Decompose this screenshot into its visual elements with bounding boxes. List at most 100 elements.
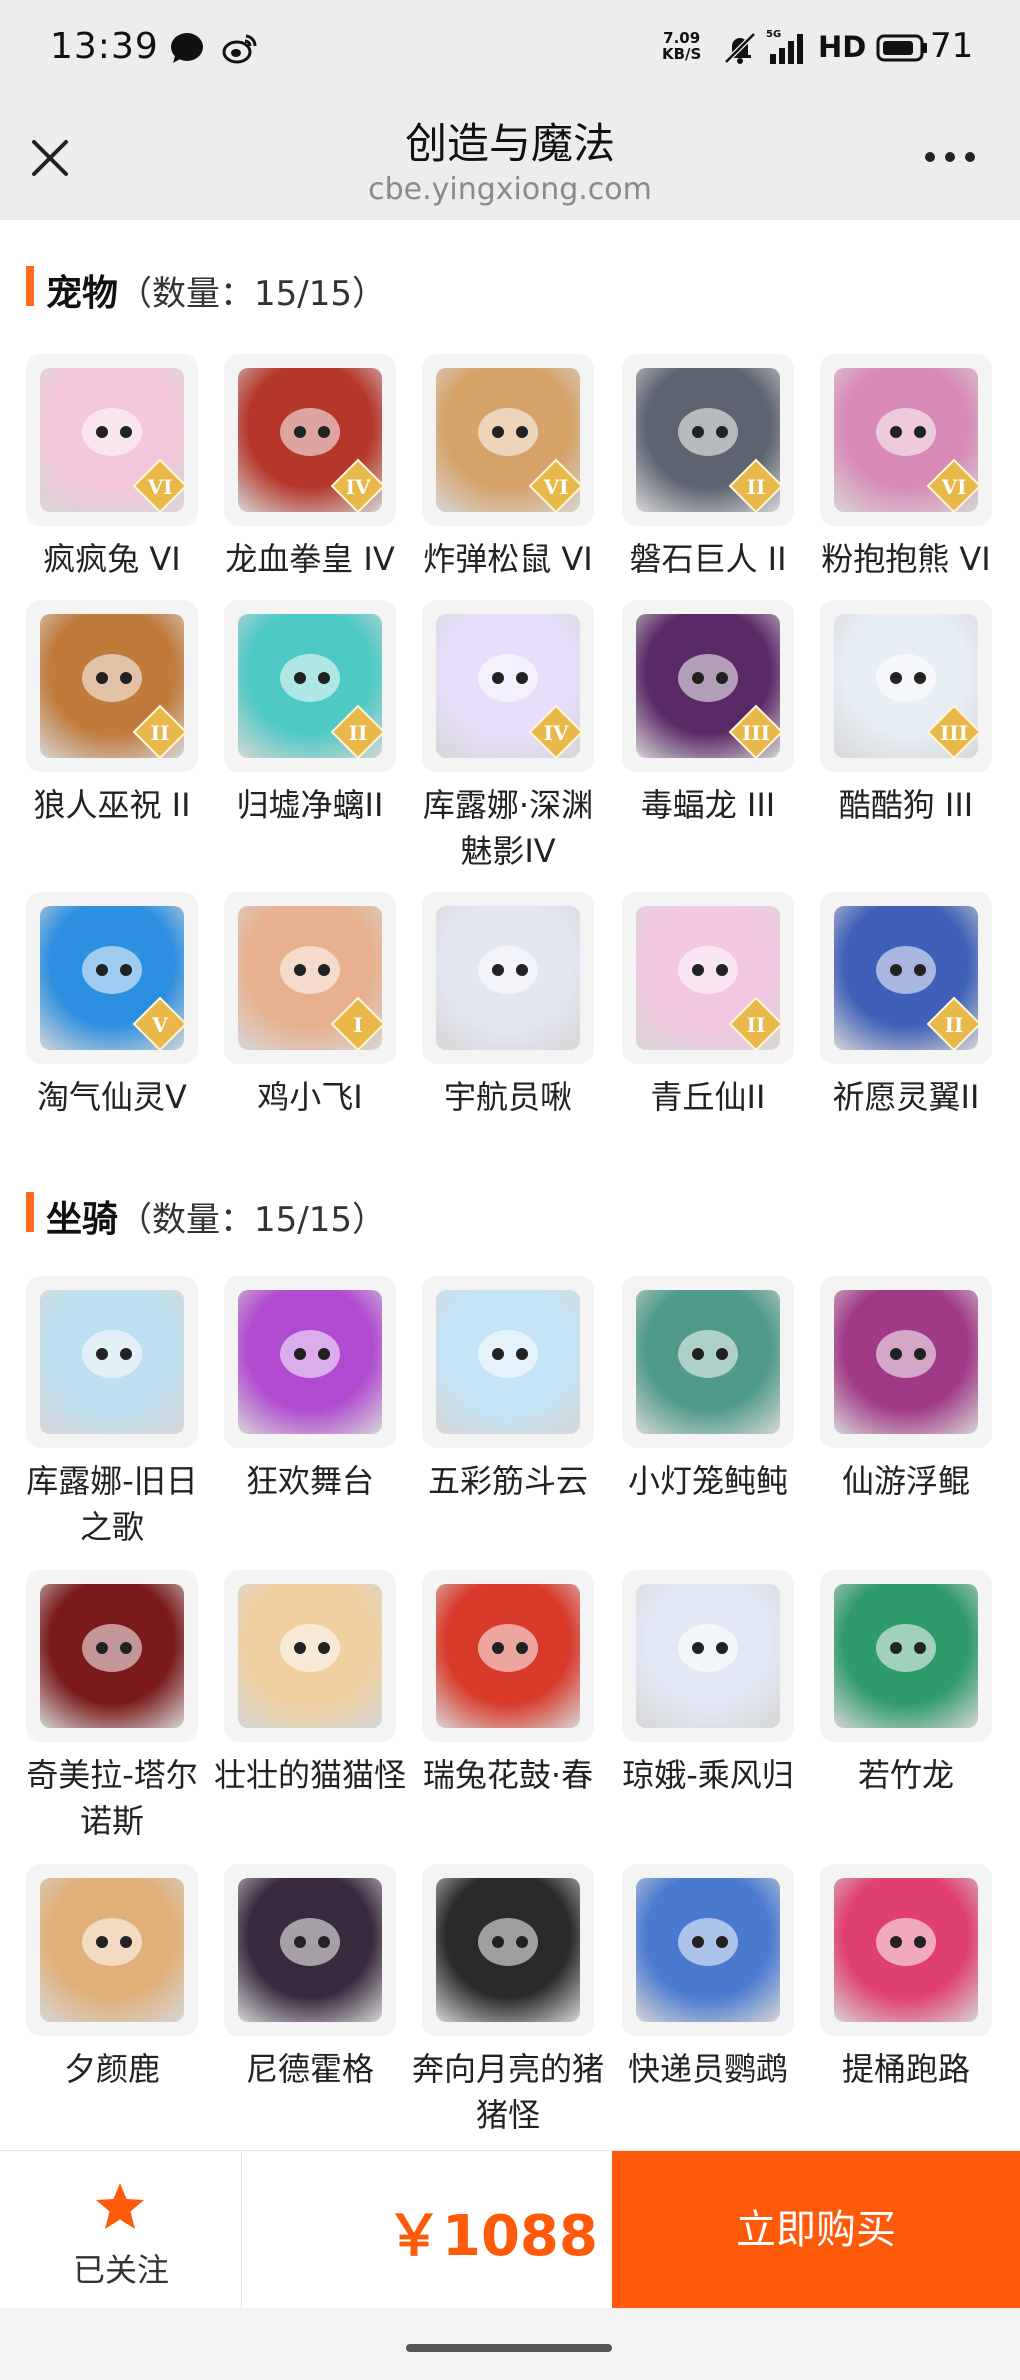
more-icon[interactable] [922,142,978,172]
pet-item[interactable]: III 毒蝠龙 III [610,600,806,828]
pet-image: II [622,892,794,1064]
pet-item[interactable]: II 青丘仙II [610,892,806,1120]
pet-name: 龙血拳皇 IV [225,540,395,578]
mount-item[interactable]: 仙游浮鲲 [808,1276,1004,1504]
mount-item[interactable]: 瑞兔花鼓·春 [410,1570,606,1798]
pet-item[interactable]: V 淘气仙灵V [14,892,210,1120]
pet-name: 磐石巨人 II [629,540,787,578]
character-face [876,1624,936,1672]
character-eye [890,426,902,438]
character-face [280,654,340,702]
home-indicator[interactable] [406,2344,612,2352]
item-artwork [436,906,580,1050]
pet-name: 库露娜·深渊魅影IV [422,786,594,870]
battery-level: 71 [930,26,974,66]
character-face [82,1624,142,1672]
character-eye [294,426,306,438]
mount-item[interactable]: 快递员鹦鹉 [610,1864,806,2092]
pet-item[interactable]: I 鸡小飞I [212,892,408,1120]
rank-badge-icon: I [330,996,386,1052]
item-artwork [238,1584,382,1728]
item-artwork [834,1290,978,1434]
character-eye [318,964,330,976]
mount-item[interactable]: 库露娜-旧日之歌 [14,1276,210,1550]
character-face [280,946,340,994]
section-accent-bar [26,1192,34,1232]
character-face [82,1918,142,1966]
rank-badge-text: II [747,1013,766,1037]
character-face [876,408,936,456]
pet-image: II [26,600,198,772]
pet-item[interactable]: II 归墟净螭II [212,600,408,828]
character-face [678,946,738,994]
item-artwork [436,1290,580,1434]
character-eye [890,1642,902,1654]
mounts-section-title: 坐骑 [46,1199,119,1240]
character-eye [516,1348,528,1360]
chat-bubble-icon [171,33,203,63]
rank-badge-icon: VI [926,458,982,514]
character-eye [120,672,132,684]
character-face [280,1624,340,1672]
character-eye [692,672,704,684]
network-type: 5G [766,29,781,40]
pet-item[interactable]: IV 龙血拳皇 IV [212,354,408,582]
pet-item[interactable]: IV 库露娜·深渊魅影IV [410,600,606,874]
mount-item[interactable]: 夕颜鹿 [14,1864,210,2092]
mount-item[interactable]: 若竹龙 [808,1570,1004,1798]
character-eye [914,1936,926,1948]
mount-name: 狂欢舞台 [245,1462,374,1500]
mount-item[interactable]: 壮壮的猫猫怪 [212,1570,408,1798]
character-face [876,1330,936,1378]
pet-name: 归墟净螭II [236,786,384,824]
character-eye [716,964,728,976]
mount-image [820,1276,992,1448]
mount-item[interactable]: 小灯笼鲀鲀 [610,1276,806,1504]
character-eye [516,1936,528,1948]
mount-name: 尼德霍格 [245,2050,374,2088]
rank-badge-icon: VI [132,458,188,514]
pet-item[interactable]: VI 疯疯兔 VI [14,354,210,582]
mount-item[interactable]: 尼德霍格 [212,1864,408,2092]
pet-item[interactable]: II 磐石巨人 II [610,354,806,582]
rank-badge-text: II [349,721,368,745]
mount-image [622,1276,794,1448]
character-face [876,946,936,994]
item-artwork [834,1878,978,2022]
pet-image: I [224,892,396,1064]
pet-item[interactable]: VI 粉抱抱熊 VI [808,354,1004,582]
rank-badge-icon: IV [330,458,386,514]
pet-item[interactable]: VI 炸弹松鼠 VI [410,354,606,582]
pets-section-title: 宠物 [46,273,119,314]
pet-image: III [622,600,794,772]
pet-name: 鸡小飞I [257,1078,363,1116]
character-eye [692,964,704,976]
mount-item[interactable]: 奇美拉-塔尔诺斯 [14,1570,210,1844]
mount-item[interactable]: 奔向月亮的猪猪怪 [410,1864,606,2138]
character-eye [716,1348,728,1360]
rank-badge-icon: II [132,704,188,760]
pet-name: 疯疯兔 VI [43,540,181,578]
buy-now-button[interactable]: 立即购买 [612,2151,1020,2309]
mount-item[interactable]: 狂欢舞台 [212,1276,408,1504]
character-eye [716,1642,728,1654]
character-face [280,1918,340,1966]
mount-item[interactable]: 五彩筋斗云 [410,1276,606,1504]
pet-item[interactable]: II 狼人巫祝 II [14,600,210,828]
pet-item[interactable]: II 祈愿灵翼II [808,892,1004,1120]
character-eye [120,1348,132,1360]
net-speed-value: 7.09 [663,29,701,47]
status-time: 13:39 [50,26,159,67]
mount-item[interactable]: 琼娥-乘风归 [610,1570,806,1798]
character-eye [318,426,330,438]
character-eye [716,1936,728,1948]
character-face [876,1918,936,1966]
pet-item[interactable]: III 酷酷狗 III [808,600,1004,828]
character-eye [318,1642,330,1654]
follow-button[interactable]: 已关注 [0,2151,242,2309]
mount-name: 若竹龙 [857,1756,954,1794]
pet-item[interactable]: 宇航员啾 [410,892,606,1120]
mount-item[interactable]: 提桶跑路 [808,1864,1004,2092]
pet-name: 宇航员啾 [443,1078,572,1116]
mount-image [422,1570,594,1742]
